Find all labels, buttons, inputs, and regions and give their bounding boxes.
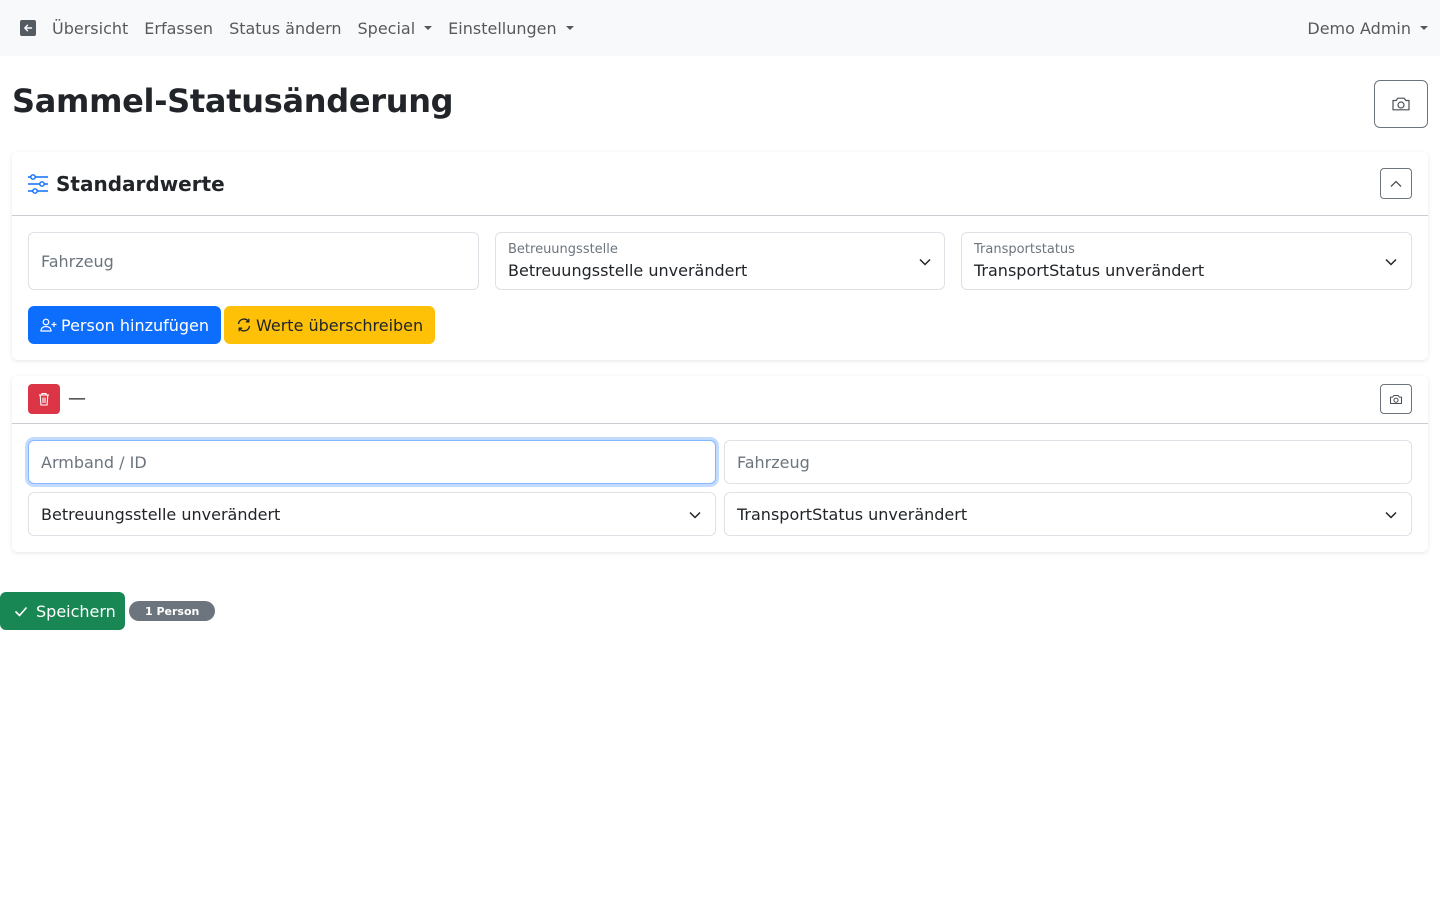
defaults-card: Standardwerte Fahrzeug Betreuungsstelle …	[12, 152, 1428, 360]
wristband-id-input[interactable]: Armband / ID	[28, 440, 716, 484]
user-menu-dropdown[interactable]: Demo Admin	[1307, 0, 1428, 56]
add-person-label: Person hinzufügen	[61, 315, 210, 335]
vehicle-placeholder: Fahrzeug	[41, 252, 114, 271]
chevron-up-icon	[1390, 180, 1402, 187]
save-button[interactable]: Speichern	[0, 592, 125, 630]
entry-care-station-select[interactable]: Betreuungsstelle unverändert	[28, 492, 716, 536]
defaults-card-header: Standardwerte	[12, 152, 1428, 216]
person-entry-card: — Armband / ID Fahrzeug Betreuungsstelle…	[12, 376, 1428, 552]
transport-status-value: TransportStatus unverändert	[737, 505, 968, 524]
camera-icon	[1392, 97, 1410, 111]
care-station-label: Betreuungsstelle	[508, 242, 618, 257]
add-person-button[interactable]: Person hinzufügen	[28, 306, 222, 344]
delete-entry-button[interactable]	[28, 384, 60, 414]
overwrite-values-label: Werte überschreiben	[256, 315, 424, 335]
entry-transport-status-select[interactable]: TransportStatus unverändert	[724, 492, 1412, 536]
entry-camera-button[interactable]	[1380, 384, 1412, 414]
vehicle-placeholder: Fahrzeug	[737, 453, 810, 472]
nav-item-label: Einstellungen	[448, 18, 557, 38]
chevron-down-icon	[1385, 258, 1397, 266]
trash-icon	[39, 392, 49, 406]
wristband-placeholder: Armband / ID	[41, 453, 147, 472]
default-vehicle-input[interactable]: Fahrzeug	[28, 232, 479, 290]
person-add-icon	[40, 318, 57, 332]
refresh-icon	[237, 318, 251, 332]
person-entry-header: —	[12, 376, 1428, 424]
defaults-card-title: Standardwerte	[56, 172, 225, 196]
default-transport-status-select[interactable]: Transportstatus TransportStatus unveränd…	[961, 232, 1412, 290]
page-title: Sammel-Statusänderung	[12, 82, 454, 120]
chevron-down-icon	[1385, 511, 1397, 519]
nav-item-special-dropdown[interactable]: Special	[350, 0, 441, 56]
care-station-value: Betreuungsstelle unverändert	[41, 505, 281, 524]
navbar: Übersicht Erfassen Status ändern Special…	[0, 0, 1440, 56]
chevron-down-icon	[689, 511, 701, 519]
nav-item-overview[interactable]: Übersicht	[44, 0, 136, 56]
transport-status-value: TransportStatus unverändert	[974, 261, 1205, 280]
caret-down-icon	[1420, 26, 1428, 30]
back-arrow-icon[interactable]	[20, 20, 36, 36]
nav-item-label: Übersicht	[52, 18, 129, 38]
caret-down-icon	[424, 26, 433, 30]
nav-item-label: Erfassen	[144, 18, 214, 38]
entry-vehicle-input[interactable]: Fahrzeug	[724, 440, 1412, 484]
nav-item-capture[interactable]: Erfassen	[136, 0, 221, 56]
collapse-button[interactable]	[1380, 168, 1412, 199]
caret-down-icon	[565, 26, 574, 30]
sliders-icon	[28, 174, 48, 194]
save-label: Speichern	[36, 601, 116, 621]
nav-links: Übersicht Erfassen Status ändern Special…	[44, 0, 582, 56]
camera-button[interactable]	[1374, 80, 1428, 128]
overwrite-values-button[interactable]: Werte überschreiben	[224, 306, 436, 344]
nav-item-settings-dropdown[interactable]: Einstellungen	[440, 0, 581, 56]
person-count-badge: 1 Person	[129, 601, 216, 621]
entry-header-text: —	[68, 388, 86, 409]
care-station-value: Betreuungsstelle unverändert	[508, 261, 748, 280]
transport-status-label: Transportstatus	[974, 242, 1075, 257]
default-care-station-select[interactable]: Betreuungsstelle Betreuungsstelle unverä…	[495, 232, 945, 290]
nav-item-label: Status ändern	[229, 18, 342, 38]
user-name: Demo Admin	[1307, 18, 1411, 38]
chevron-down-icon	[919, 258, 931, 266]
check-icon	[14, 606, 28, 617]
camera-icon	[1389, 394, 1403, 404]
nav-item-label: Special	[357, 18, 416, 38]
nav-item-change-status[interactable]: Status ändern	[221, 0, 349, 56]
